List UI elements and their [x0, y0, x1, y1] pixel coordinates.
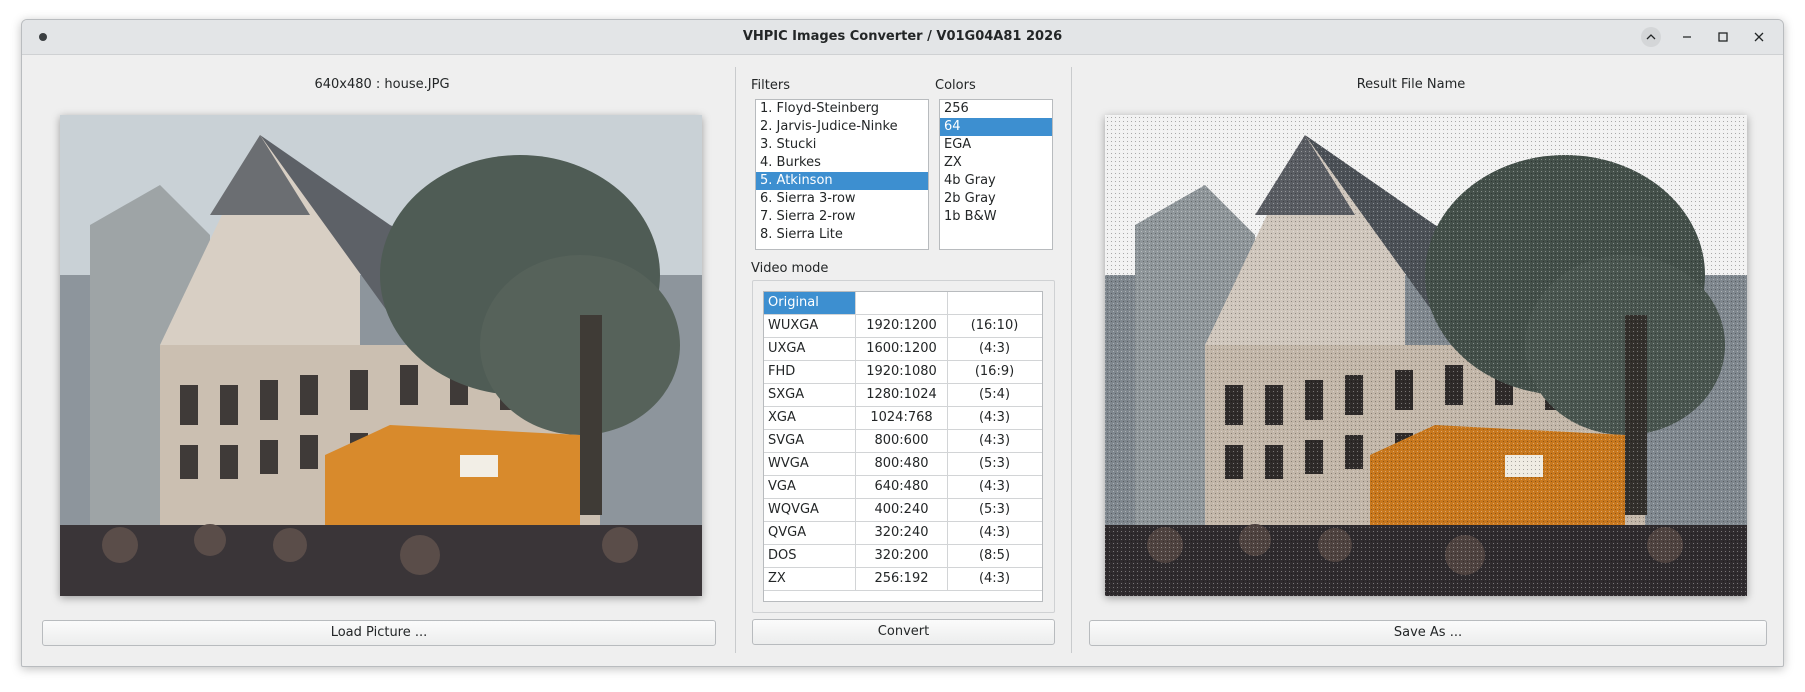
- table-cell[interactable]: QVGA: [764, 522, 856, 544]
- table-row[interactable]: WVGA 800:480 (5:3): [764, 453, 1042, 476]
- table-cell[interactable]: 320:200: [856, 545, 948, 567]
- minimize-button[interactable]: [1677, 27, 1697, 47]
- table-cell[interactable]: 320:240: [856, 522, 948, 544]
- maximize-button[interactable]: [1713, 27, 1733, 47]
- table-cell[interactable]: SVGA: [764, 430, 856, 452]
- table-cell[interactable]: VGA: [764, 476, 856, 498]
- table-cell[interactable]: WUXGA: [764, 315, 856, 337]
- table-cell[interactable]: (4:3): [948, 338, 1041, 360]
- table-row[interactable]: QVGA 320:240 (4:3): [764, 522, 1042, 545]
- table-cell[interactable]: 800:480: [856, 453, 948, 475]
- table-cell[interactable]: [948, 292, 1041, 314]
- filters-list-item[interactable]: 6. Sierra 3-row: [756, 190, 928, 208]
- table-cell[interactable]: (4:3): [948, 430, 1041, 452]
- filters-list-item[interactable]: 8. Sierra Lite: [756, 226, 928, 244]
- table-cell[interactable]: (4:3): [948, 476, 1041, 498]
- source-image: [60, 115, 702, 596]
- table-cell[interactable]: UXGA: [764, 338, 856, 360]
- video-mode-table[interactable]: Original WUXGA 1920:1200 (16:10) UXGA 1600:12…: [763, 291, 1043, 602]
- table-row[interactable]: UXGA 1600:1200 (4:3): [764, 338, 1042, 361]
- table-cell[interactable]: 400:240: [856, 499, 948, 521]
- convert-button[interactable]: Convert: [752, 619, 1055, 645]
- table-cell[interactable]: 1600:1200: [856, 338, 948, 360]
- table-cell[interactable]: (4:3): [948, 522, 1041, 544]
- table-cell[interactable]: (4:3): [948, 407, 1041, 429]
- keep-above-button[interactable]: [1641, 27, 1661, 47]
- filters-listbox[interactable]: 1. Floyd-Steinberg 2. Jarvis-Judice-Ninke…: [755, 99, 929, 250]
- table-cell[interactable]: [856, 292, 948, 314]
- table-row[interactable]: SXGA 1280:1024 (5:4): [764, 384, 1042, 407]
- filters-label: Filters: [751, 78, 790, 93]
- table-cell[interactable]: 1024:768: [856, 407, 948, 429]
- table-cell[interactable]: (4:3): [948, 568, 1041, 590]
- house-photo: [60, 115, 702, 596]
- colors-list-item[interactable]: 256: [940, 100, 1052, 118]
- filters-list-item[interactable]: 7. Sierra 2-row: [756, 208, 928, 226]
- video-mode-label: Video mode: [751, 261, 829, 276]
- filters-list-item[interactable]: 2. Jarvis-Judice-Ninke: [756, 118, 928, 136]
- colors-label: Colors: [935, 78, 976, 93]
- colors-list-item[interactable]: 1b B&W: [940, 208, 1052, 226]
- table-row[interactable]: WQVGA 400:240 (5:3): [764, 499, 1042, 522]
- table-cell[interactable]: FHD: [764, 361, 856, 383]
- colors-list-item[interactable]: ZX: [940, 154, 1052, 172]
- separator-left: [735, 67, 736, 653]
- filters-list-item[interactable]: 4. Burkes: [756, 154, 928, 172]
- save-as-button[interactable]: Save As ...: [1089, 620, 1767, 646]
- colors-listbox[interactable]: 256 64 EGA ZX 4b Gray 2b Gray 1b B&W: [939, 99, 1053, 250]
- colors-list-item[interactable]: 64: [940, 118, 1052, 136]
- table-cell[interactable]: 1920:1080: [856, 361, 948, 383]
- colors-list-item[interactable]: EGA: [940, 136, 1052, 154]
- table-cell[interactable]: 1280:1024: [856, 384, 948, 406]
- table-cell[interactable]: Original: [764, 292, 856, 314]
- table-cell[interactable]: DOS: [764, 545, 856, 567]
- title-bar: VHPIC Images Converter / V01G04A81 2026: [22, 20, 1783, 55]
- filters-list-item[interactable]: 3. Stucki: [756, 136, 928, 154]
- load-picture-button[interactable]: Load Picture ...: [42, 620, 716, 646]
- result-image: [1105, 115, 1747, 596]
- app-window: VHPIC Images Converter / V01G04A81 2026 …: [21, 19, 1784, 667]
- table-cell[interactable]: ZX: [764, 568, 856, 590]
- table-cell[interactable]: WVGA: [764, 453, 856, 475]
- result-file-label: Result File Name: [1356, 77, 1466, 92]
- table-cell[interactable]: XGA: [764, 407, 856, 429]
- table-cell[interactable]: SXGA: [764, 384, 856, 406]
- table-cell[interactable]: (5:3): [948, 453, 1041, 475]
- table-row[interactable]: SVGA 800:600 (4:3): [764, 430, 1042, 453]
- table-row[interactable]: WUXGA 1920:1200 (16:10): [764, 315, 1042, 338]
- filters-list-item[interactable]: 5. Atkinson: [756, 172, 928, 190]
- close-button[interactable]: [1749, 27, 1769, 47]
- source-image-label: 640x480 : house.JPG: [314, 77, 450, 92]
- window-title: VHPIC Images Converter / V01G04A81 2026: [742, 29, 1063, 44]
- table-cell[interactable]: (8:5): [948, 545, 1041, 567]
- separator-right: [1071, 67, 1072, 653]
- table-row[interactable]: DOS 320:200 (8:5): [764, 545, 1042, 568]
- table-cell[interactable]: 640:480: [856, 476, 948, 498]
- chevron-up-icon: [1646, 34, 1656, 40]
- table-cell[interactable]: (5:4): [948, 384, 1041, 406]
- table-cell[interactable]: 256:192: [856, 568, 948, 590]
- table-cell[interactable]: (16:9): [948, 361, 1041, 383]
- table-cell[interactable]: 1920:1200: [856, 315, 948, 337]
- colors-list-item[interactable]: 4b Gray: [940, 172, 1052, 190]
- table-row[interactable]: Original: [764, 292, 1042, 315]
- table-row[interactable]: FHD 1920:1080 (16:9): [764, 361, 1042, 384]
- colors-list-item[interactable]: 2b Gray: [940, 190, 1052, 208]
- table-cell[interactable]: (16:10): [948, 315, 1041, 337]
- house-photo-dithered: [1105, 115, 1747, 596]
- table-cell[interactable]: (5:3): [948, 499, 1041, 521]
- filters-list-item[interactable]: 1. Floyd-Steinberg: [756, 100, 928, 118]
- minimize-icon: [1683, 36, 1691, 38]
- table-row[interactable]: XGA 1024:768 (4:3): [764, 407, 1042, 430]
- table-row[interactable]: ZX 256:192 (4:3): [764, 568, 1042, 591]
- table-cell[interactable]: 800:600: [856, 430, 948, 452]
- table-cell[interactable]: WQVGA: [764, 499, 856, 521]
- close-icon: [1754, 32, 1764, 42]
- maximize-icon: [1718, 32, 1728, 42]
- table-row[interactable]: VGA 640:480 (4:3): [764, 476, 1042, 499]
